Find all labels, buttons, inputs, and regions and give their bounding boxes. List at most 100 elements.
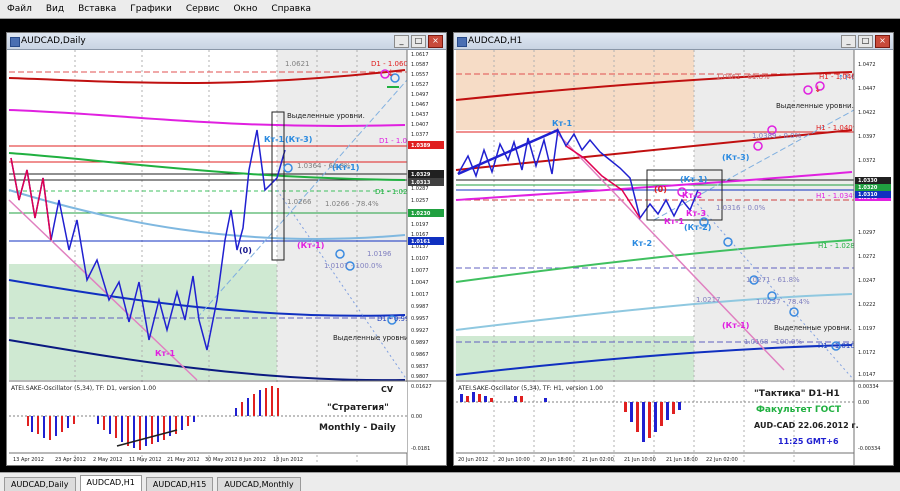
svg-text:-0.00334: -0.00334	[858, 446, 880, 452]
svg-text:1.0047: 1.0047	[411, 280, 429, 286]
wave-label: (Кт-1)	[297, 241, 324, 250]
svg-text:0.9957: 0.9957	[411, 316, 429, 322]
chart-note: Выделенные уровни.	[774, 324, 852, 332]
svg-text:1.0222: 1.0222	[858, 302, 876, 308]
svg-text:1.0272: 1.0272	[858, 254, 876, 260]
svg-text:1.0377: 1.0377	[411, 132, 429, 138]
wave-label: (Кт-3)	[722, 153, 749, 162]
close-button[interactable]: ×	[428, 35, 443, 48]
svg-text:0.00: 0.00	[411, 414, 422, 420]
svg-text:-0.0181: -0.0181	[411, 446, 430, 452]
chart-icon	[10, 37, 20, 47]
window-titlebar[interactable]: AUDCAD,Daily _ □ ×	[7, 33, 446, 50]
svg-text:1.0527: 1.0527	[411, 82, 429, 88]
wave-label: (0)	[654, 185, 667, 194]
wave-label: (0)	[239, 246, 252, 255]
svg-text:1.0161: 1.0161	[411, 239, 431, 245]
menu-window[interactable]: Окно	[226, 4, 264, 14]
wave-label: Кт-1	[552, 119, 572, 128]
menu-charts[interactable]: Графики	[123, 4, 179, 14]
svg-text:13 Apr 2012: 13 Apr 2012	[13, 457, 44, 463]
svg-text:23 Apr 2012: 23 Apr 2012	[55, 457, 86, 463]
maximize-button[interactable]: □	[411, 35, 426, 48]
svg-text:20 Jun 18:00: 20 Jun 18:00	[540, 457, 572, 463]
wave-label: (Кт-2)	[684, 223, 711, 232]
svg-text:1.0313: 1.0313	[411, 180, 431, 186]
tab-audcad-h15[interactable]: AUDCAD,H15	[145, 477, 214, 491]
svg-text:0.00: 0.00	[858, 400, 869, 406]
svg-text:1.0397: 1.0397	[858, 134, 876, 140]
svg-text:20 Jun 2012: 20 Jun 2012	[458, 457, 488, 463]
daily-chart[interactable]: ↓ 1.0621 D1 - 1.0608 D1 - 1.0458 1.0364 …	[7, 50, 446, 465]
svg-text:1.0617: 1.0617	[411, 52, 429, 58]
tab-audcad-h1[interactable]: AUDCAD,H1	[79, 475, 142, 491]
svg-text:0.9927: 0.9927	[411, 328, 429, 334]
svg-text:21 Jun 10:00: 21 Jun 10:00	[624, 457, 656, 463]
svg-text:8 Jun 2012: 8 Jun 2012	[239, 457, 266, 463]
svg-text:1.0472: 1.0472	[858, 62, 876, 68]
svg-text:1.0372: 1.0372	[858, 158, 876, 164]
h1-chart[interactable]: ↑↑↑ ↓ 1.0461 - 61.8% H1 - 1.0469 H1 - 1.…	[454, 50, 893, 465]
chart-window-h1[interactable]: AUDCAD,H1 _ □ × ↑↑↑ ↓ 1.0461 - 61.8% H1 …	[453, 32, 894, 466]
level-label: 1.0389 - 0.0%	[752, 132, 802, 140]
svg-text:1.0437: 1.0437	[411, 112, 429, 118]
svg-text:1.0389: 1.0389	[411, 143, 431, 149]
tab-audcad-monthly[interactable]: AUDCAD,Monthly	[217, 477, 301, 491]
svg-text:1.0447: 1.0447	[858, 86, 876, 92]
svg-text:1.0587: 1.0587	[411, 62, 429, 68]
wave-label: (Кт-3)	[285, 135, 312, 144]
svg-text:1.0197: 1.0197	[858, 326, 876, 332]
svg-text:0.9807: 0.9807	[411, 374, 429, 380]
minimize-button[interactable]: _	[841, 35, 856, 48]
svg-text:18 Jun 2012: 18 Jun 2012	[273, 457, 303, 463]
date-axis: 13 Apr 2012 23 Apr 2012 2 May 2012 11 Ma…	[13, 457, 303, 463]
chart-icon	[457, 37, 467, 47]
level-label: H1 - 1.0289	[818, 242, 859, 250]
level-label: H1 - 1.0409	[816, 124, 857, 132]
svg-text:1.0077: 1.0077	[411, 268, 429, 274]
wave-label: Кт-3	[686, 209, 706, 218]
level-label: 1.0107 - 100.0%	[324, 262, 383, 270]
menu-view[interactable]: Вид	[39, 4, 71, 14]
tab-audcad-daily[interactable]: AUDCAD,Daily	[4, 477, 76, 491]
chart-note: Выделенные уровни.	[287, 112, 365, 120]
svg-text:0.9987: 0.9987	[411, 304, 429, 310]
svg-text:1.0147: 1.0147	[858, 372, 876, 378]
svg-text:1.0287: 1.0287	[411, 186, 429, 192]
svg-text:1.0557: 1.0557	[411, 72, 429, 78]
level-label: D1 - 1.0608	[371, 60, 412, 68]
svg-text:1.0320: 1.0320	[858, 185, 878, 191]
level-label: 1.0621	[285, 60, 310, 68]
level-label: 1.0196	[367, 250, 392, 258]
tactic-title: "Тактика" D1-H1	[754, 389, 840, 399]
svg-text:1.0407: 1.0407	[411, 122, 429, 128]
svg-text:1.0247: 1.0247	[858, 278, 876, 284]
level-label: 1.0461 - 61.8%	[716, 73, 770, 81]
menu-bar: Файл Вид Вставка Графики Сервис Окно Спр…	[0, 0, 900, 19]
svg-text:0.9897: 0.9897	[411, 340, 429, 346]
svg-text:2 May 2012: 2 May 2012	[93, 457, 122, 463]
wave-label: (Кт-1)	[722, 321, 749, 330]
close-button[interactable]: ×	[875, 35, 890, 48]
minimize-button[interactable]: _	[394, 35, 409, 48]
level-label: 1.0168 - 100.0%	[744, 338, 803, 346]
menu-insert[interactable]: Вставка	[71, 4, 123, 14]
window-titlebar[interactable]: AUDCAD,H1 _ □ ×	[454, 33, 893, 50]
svg-text:20 Jun 10:00: 20 Jun 10:00	[498, 457, 530, 463]
chart-window-daily[interactable]: AUDCAD,Daily _ □ × ↓ 1.0621 D1 - 1.0608 …	[6, 32, 447, 466]
chart-tabs: AUDCAD,Daily AUDCAD,H1 AUDCAD,H15 AUDCAD…	[0, 472, 900, 491]
maximize-button[interactable]: □	[858, 35, 873, 48]
menu-tools[interactable]: Сервис	[179, 4, 227, 14]
level-label: 1.0217	[696, 296, 721, 304]
svg-text:1.0197: 1.0197	[411, 222, 429, 228]
menu-file[interactable]: Файл	[0, 4, 39, 14]
level-label: H1 - 1.0349	[816, 192, 857, 200]
svg-text:1.0257: 1.0257	[411, 198, 429, 204]
wave-label: Кт-2	[632, 239, 652, 248]
wave-label: (Кт-1)	[332, 163, 359, 172]
menu-help[interactable]: Справка	[264, 4, 318, 14]
wave-label: (Кт-1)	[680, 175, 707, 184]
oscillator-cv: CV	[381, 385, 394, 394]
date-axis: 20 Jun 2012 20 Jun 10:00 20 Jun 18:00 21…	[458, 457, 738, 463]
svg-text:1.0422: 1.0422	[858, 110, 876, 116]
